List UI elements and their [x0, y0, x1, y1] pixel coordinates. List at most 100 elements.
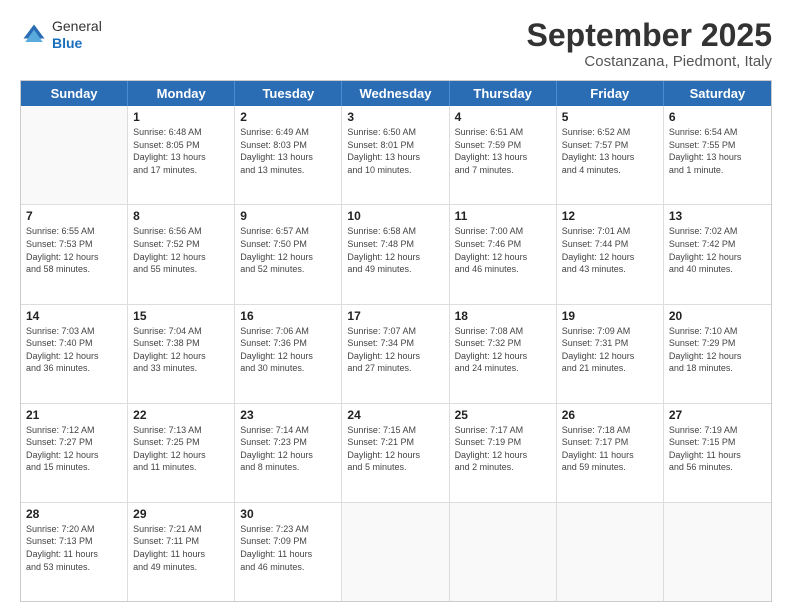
header-day-saturday: Saturday: [664, 81, 771, 106]
calendar-cell: 24Sunrise: 7:15 AM Sunset: 7:21 PM Dayli…: [342, 404, 449, 502]
day-info: Sunrise: 6:49 AM Sunset: 8:03 PM Dayligh…: [240, 126, 336, 176]
header: General Blue September 2025 Costanzana, …: [20, 18, 772, 70]
calendar-cell: 6Sunrise: 6:54 AM Sunset: 7:55 PM Daylig…: [664, 106, 771, 204]
day-number: 9: [240, 209, 336, 223]
day-info: Sunrise: 6:57 AM Sunset: 7:50 PM Dayligh…: [240, 225, 336, 275]
day-info: Sunrise: 6:54 AM Sunset: 7:55 PM Dayligh…: [669, 126, 766, 176]
page-title: September 2025: [527, 18, 772, 53]
header-day-tuesday: Tuesday: [235, 81, 342, 106]
day-number: 23: [240, 408, 336, 422]
header-day-sunday: Sunday: [21, 81, 128, 106]
calendar-cell: 14 Sunrise: 7:03 AM Sunset: 7:40 PM Dayli…: [21, 305, 128, 403]
day-number: 28: [26, 507, 122, 521]
day-info: Sunrise: 7:19 AM Sunset: 7:15 PM Dayligh…: [669, 424, 766, 474]
calendar-cell: 12Sunrise: 7:01 AM Sunset: 7:44 PM Dayli…: [557, 205, 664, 303]
calendar-cell: 15 Sunrise: 7:04 AM Sunset: 7:38 PM Dayli…: [128, 305, 235, 403]
calendar-cell: 13 Sunrise: 7:02 AM Sunset: 7:42 PM Dayli…: [664, 205, 771, 303]
calendar-cell: 2 Sunrise: 6:49 AM Sunset: 8:03 PM Daylig…: [235, 106, 342, 204]
calendar-row: 7Sunrise: 6:55 AM Sunset: 7:53 PM Daylig…: [21, 205, 771, 304]
calendar-row: 1 Sunrise: 6:48 AM Sunset: 8:05 PM Daylig…: [21, 106, 771, 205]
logo-blue-text: Blue: [52, 35, 102, 52]
calendar-cell: 26Sunrise: 7:18 AM Sunset: 7:17 PM Dayli…: [557, 404, 664, 502]
day-number: 21: [26, 408, 122, 422]
page: General Blue September 2025 Costanzana, …: [0, 0, 792, 612]
logo: General Blue: [20, 18, 102, 52]
day-info: Sunrise: 7:20 AM Sunset: 7:13 PM Dayligh…: [26, 523, 122, 573]
day-info: Sunrise: 7:06 AM Sunset: 7:36 PM Dayligh…: [240, 325, 336, 375]
header-day-monday: Monday: [128, 81, 235, 106]
day-number: 14: [26, 309, 122, 323]
title-block: September 2025 Costanzana, Piedmont, Ita…: [527, 18, 772, 70]
calendar-row: 28 Sunrise: 7:20 AM Sunset: 7:13 PM Dayli…: [21, 503, 771, 601]
calendar-cell: 11 Sunrise: 7:00 AM Sunset: 7:46 PM Dayli…: [450, 205, 557, 303]
calendar-row: 14 Sunrise: 7:03 AM Sunset: 7:40 PM Dayli…: [21, 305, 771, 404]
calendar-cell: [342, 503, 449, 601]
day-number: 11: [455, 209, 551, 223]
day-info: Sunrise: 6:48 AM Sunset: 8:05 PM Dayligh…: [133, 126, 229, 176]
day-info: Sunrise: 7:08 AM Sunset: 7:32 PM Dayligh…: [455, 325, 551, 375]
day-info: Sunrise: 7:17 AM Sunset: 7:19 PM Dayligh…: [455, 424, 551, 474]
day-number: 26: [562, 408, 658, 422]
day-info: Sunrise: 7:13 AM Sunset: 7:25 PM Dayligh…: [133, 424, 229, 474]
day-number: 15: [133, 309, 229, 323]
calendar-cell: 1 Sunrise: 6:48 AM Sunset: 8:05 PM Daylig…: [128, 106, 235, 204]
day-info: Sunrise: 7:04 AM Sunset: 7:38 PM Dayligh…: [133, 325, 229, 375]
day-number: 7: [26, 209, 122, 223]
day-number: 5: [562, 110, 658, 124]
day-number: 19: [562, 309, 658, 323]
day-info: Sunrise: 7:02 AM Sunset: 7:42 PM Dayligh…: [669, 225, 766, 275]
calendar-body: 1 Sunrise: 6:48 AM Sunset: 8:05 PM Daylig…: [21, 106, 771, 601]
day-info: Sunrise: 6:58 AM Sunset: 7:48 PM Dayligh…: [347, 225, 443, 275]
day-number: 12: [562, 209, 658, 223]
calendar-cell: [664, 503, 771, 601]
day-number: 27: [669, 408, 766, 422]
calendar-cell: 21 Sunrise: 7:12 AM Sunset: 7:27 PM Dayli…: [21, 404, 128, 502]
calendar-cell: 28 Sunrise: 7:20 AM Sunset: 7:13 PM Dayli…: [21, 503, 128, 601]
day-number: 4: [455, 110, 551, 124]
calendar-cell: 17Sunrise: 7:07 AM Sunset: 7:34 PM Dayli…: [342, 305, 449, 403]
logo-general-text: General: [52, 18, 102, 35]
day-info: Sunrise: 6:51 AM Sunset: 7:59 PM Dayligh…: [455, 126, 551, 176]
day-number: 16: [240, 309, 336, 323]
day-number: 22: [133, 408, 229, 422]
logo-icon: [20, 21, 48, 49]
day-number: 24: [347, 408, 443, 422]
day-number: 8: [133, 209, 229, 223]
day-number: 20: [669, 309, 766, 323]
day-info: Sunrise: 7:23 AM Sunset: 7:09 PM Dayligh…: [240, 523, 336, 573]
calendar-cell: 27 Sunrise: 7:19 AM Sunset: 7:15 PM Dayli…: [664, 404, 771, 502]
day-info: Sunrise: 7:03 AM Sunset: 7:40 PM Dayligh…: [26, 325, 122, 375]
calendar-cell: 7Sunrise: 6:55 AM Sunset: 7:53 PM Daylig…: [21, 205, 128, 303]
day-number: 17: [347, 309, 443, 323]
calendar-cell: 8Sunrise: 6:56 AM Sunset: 7:52 PM Daylig…: [128, 205, 235, 303]
day-number: 10: [347, 209, 443, 223]
calendar-cell: 19 Sunrise: 7:09 AM Sunset: 7:31 PM Dayli…: [557, 305, 664, 403]
day-number: 13: [669, 209, 766, 223]
calendar-cell: 3Sunrise: 6:50 AM Sunset: 8:01 PM Daylig…: [342, 106, 449, 204]
calendar-cell: 9 Sunrise: 6:57 AM Sunset: 7:50 PM Daylig…: [235, 205, 342, 303]
logo-text: General Blue: [52, 18, 102, 52]
day-info: Sunrise: 6:52 AM Sunset: 7:57 PM Dayligh…: [562, 126, 658, 176]
calendar-header: SundayMondayTuesdayWednesdayThursdayFrid…: [21, 81, 771, 106]
header-day-friday: Friday: [557, 81, 664, 106]
calendar-cell: [450, 503, 557, 601]
day-info: Sunrise: 7:12 AM Sunset: 7:27 PM Dayligh…: [26, 424, 122, 474]
calendar-cell: 23 Sunrise: 7:14 AM Sunset: 7:23 PM Dayli…: [235, 404, 342, 502]
calendar: SundayMondayTuesdayWednesdayThursdayFrid…: [20, 80, 772, 602]
day-number: 2: [240, 110, 336, 124]
day-number: 1: [133, 110, 229, 124]
day-info: Sunrise: 6:50 AM Sunset: 8:01 PM Dayligh…: [347, 126, 443, 176]
day-info: Sunrise: 7:21 AM Sunset: 7:11 PM Dayligh…: [133, 523, 229, 573]
day-number: 29: [133, 507, 229, 521]
day-info: Sunrise: 7:00 AM Sunset: 7:46 PM Dayligh…: [455, 225, 551, 275]
calendar-cell: 30Sunrise: 7:23 AM Sunset: 7:09 PM Dayli…: [235, 503, 342, 601]
day-info: Sunrise: 7:14 AM Sunset: 7:23 PM Dayligh…: [240, 424, 336, 474]
calendar-cell: 29 Sunrise: 7:21 AM Sunset: 7:11 PM Dayli…: [128, 503, 235, 601]
day-info: Sunrise: 7:10 AM Sunset: 7:29 PM Dayligh…: [669, 325, 766, 375]
day-info: Sunrise: 7:09 AM Sunset: 7:31 PM Dayligh…: [562, 325, 658, 375]
calendar-cell: 25 Sunrise: 7:17 AM Sunset: 7:19 PM Dayli…: [450, 404, 557, 502]
header-day-wednesday: Wednesday: [342, 81, 449, 106]
day-number: 25: [455, 408, 551, 422]
calendar-cell: [21, 106, 128, 204]
header-day-thursday: Thursday: [450, 81, 557, 106]
